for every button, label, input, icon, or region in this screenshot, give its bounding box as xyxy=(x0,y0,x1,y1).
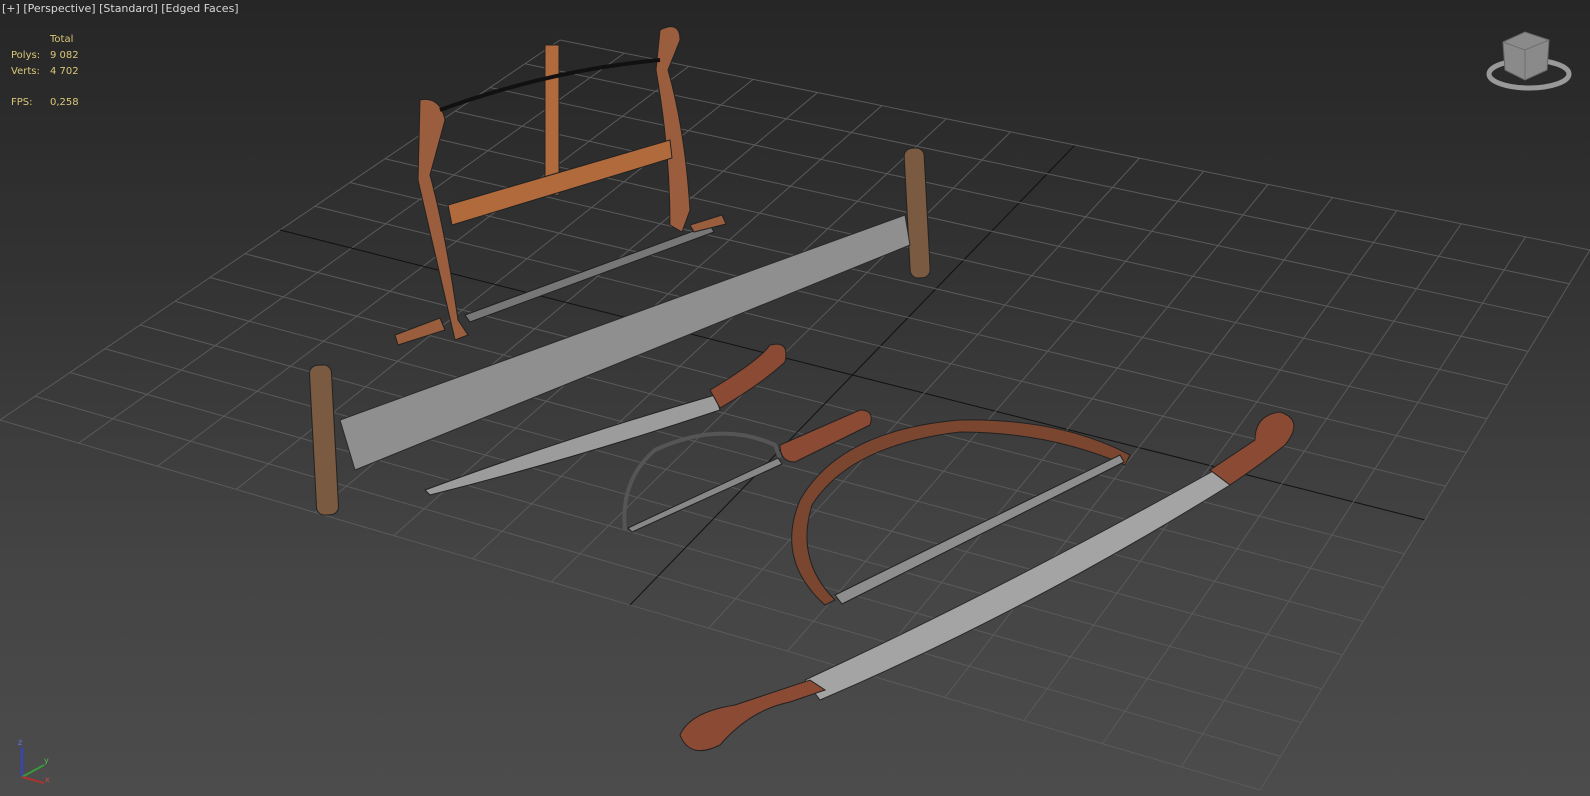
z-axis-label: z xyxy=(18,738,22,747)
viewport-menu-button[interactable]: [+] xyxy=(2,2,20,15)
viewport-label: [+] [Perspective] [Standard] [Edged Face… xyxy=(2,2,239,15)
verts-value: 4 702 xyxy=(50,66,79,77)
grid-line xyxy=(1180,236,1527,768)
grid xyxy=(0,39,1590,791)
grid-line xyxy=(1259,249,1590,791)
polys-label: Polys: xyxy=(11,50,41,61)
grid-line xyxy=(1102,223,1462,745)
shading-mode-button[interactable]: [Standard] xyxy=(99,2,158,15)
fps-label: FPS: xyxy=(11,97,33,108)
grid-line xyxy=(629,144,1076,606)
y-axis-label: y xyxy=(44,756,49,765)
fps-value: 0,258 xyxy=(50,97,79,108)
viewport-scene[interactable] xyxy=(0,0,1590,796)
x-axis-label: x xyxy=(45,775,50,784)
polys-value: 9 082 xyxy=(50,50,79,61)
viewcube[interactable] xyxy=(1485,28,1575,92)
verts-label: Verts: xyxy=(11,66,40,77)
stats-header: Total xyxy=(50,34,74,45)
grid-line xyxy=(489,87,1549,318)
frame-saw xyxy=(394,26,727,346)
view-mode-button[interactable]: [Perspective] xyxy=(23,2,95,15)
axis-gizmo: z y x xyxy=(18,738,50,784)
edged-faces-button[interactable]: [Edged Faces] xyxy=(161,2,238,15)
